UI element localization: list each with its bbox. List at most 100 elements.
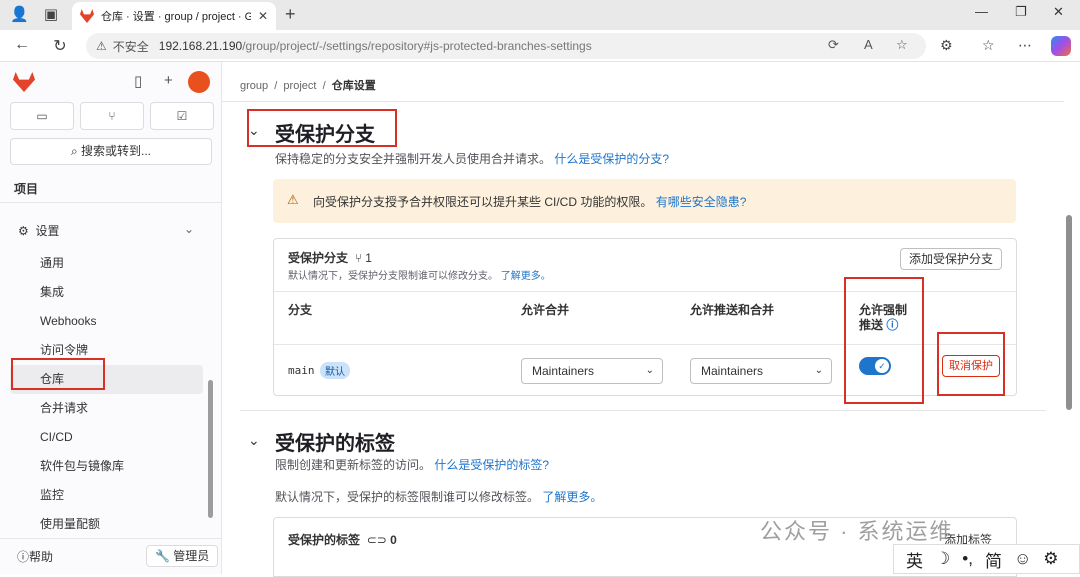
ime-mode[interactable]: 简 xyxy=(985,547,1002,572)
address-bar: ← ↻ ⚠ 不安全 192.168.21.190 /group/project/… xyxy=(0,30,1080,62)
close-window-icon[interactable]: ✕ xyxy=(1053,4,1064,20)
punct-icon[interactable]: •, xyxy=(962,549,973,569)
emoji-icon[interactable]: ☺ xyxy=(1014,549,1031,569)
security-risks-link[interactable]: 有哪些安全隐患? xyxy=(656,195,747,209)
insecure-label: 不安全 xyxy=(112,39,149,54)
avatar[interactable] xyxy=(188,71,210,93)
breadcrumb: group / project / 仓库设置 xyxy=(240,80,376,92)
todo-icon: ☑ xyxy=(176,109,188,123)
sidebar-item-cicd[interactable]: CI/CD xyxy=(10,423,203,452)
search-label: 搜索或转到... xyxy=(81,144,152,158)
protected-tags-title: 受保护的标签 xyxy=(275,433,395,455)
tags-desc2-text: 默认情况下，受保护的标签限制谁可以修改标签。 xyxy=(275,490,540,504)
card-title: 受保护分支 ⑂ 1 xyxy=(288,249,372,266)
sidebar-item-webhooks[interactable]: Webhooks xyxy=(10,307,203,336)
copilot-icon[interactable] xyxy=(1051,36,1071,56)
default-badge: 默认 xyxy=(320,362,350,379)
admin-button[interactable]: 🔧 管理员 xyxy=(146,545,219,567)
collapse-sidebar-icon[interactable]: ▯ xyxy=(134,72,142,90)
todos-button[interactable]: ☑ xyxy=(150,102,214,130)
gitlab-logo-icon[interactable] xyxy=(13,72,35,92)
desc-text: 保持稳定的分支安全并强制开发人员使用合并请求。 xyxy=(275,152,552,166)
tags-learn-more-link[interactable]: 了解更多。 xyxy=(542,490,602,504)
issues-button[interactable]: ▭ xyxy=(10,102,74,130)
tab-title: 仓库 · 设置 · group / project · Git xyxy=(101,11,251,23)
more-menu-icon[interactable]: ⋯ xyxy=(1018,37,1032,54)
url-path: /group/project/-/settings/repository#js-… xyxy=(242,39,592,53)
admin-icon: 🔧 xyxy=(155,549,170,563)
card-title-text: 受保护分支 xyxy=(288,251,349,265)
sidebar: ▯ + ▭ ⑂ ☑ ⌕ 搜索或转到... 项目 ⚙ 设置 ⌄ 通用 集成 Web… xyxy=(0,62,222,574)
help-button[interactable]: ⓘ帮助 xyxy=(17,548,53,565)
profile-icon[interactable]: 👤 xyxy=(10,6,29,24)
add-protected-branch-button[interactable]: 添加受保护分支 xyxy=(899,248,1002,270)
tab-actions-icon[interactable]: ▣ xyxy=(42,6,60,24)
highlight-box xyxy=(247,109,397,147)
tag-count: 0 xyxy=(390,533,397,547)
sidebar-item-usage-quotas[interactable]: 使用量配额 xyxy=(10,510,203,539)
search-button[interactable]: ⌕ 搜索或转到... xyxy=(10,138,212,165)
highlight-box xyxy=(11,358,105,390)
favorite-star-icon[interactable]: ☆ xyxy=(896,37,908,53)
collapse-tags-icon[interactable]: ⌄ xyxy=(248,432,260,449)
what-are-protected-tags-link[interactable]: 什么是受保护的标签? xyxy=(434,458,549,472)
breadcrumb-project[interactable]: project xyxy=(283,80,316,92)
tag-icon: ⊂⊃ xyxy=(366,533,387,547)
tags-card-title-text: 受保护的标签 xyxy=(288,533,361,547)
branch-icon: ⑂ xyxy=(354,251,362,265)
header-branch: 分支 xyxy=(288,303,313,317)
merge-request-icon: ⑂ xyxy=(108,109,116,123)
translate-icon[interactable]: ⟳ xyxy=(828,37,839,53)
breadcrumb-group[interactable]: group xyxy=(240,80,268,92)
highlight-box xyxy=(844,277,924,404)
sidebar-item-packages[interactable]: 软件包与镜像库 xyxy=(10,452,203,481)
favorites-icon[interactable]: ☆ xyxy=(982,37,995,54)
tags-card-title: 受保护的标签 ⊂⊃ 0 xyxy=(288,531,397,548)
branch-count: 1 xyxy=(365,251,372,265)
header-allowed-to-push-merge: 允许推送和合并 xyxy=(690,303,775,317)
sidebar-item-merge-requests[interactable]: 合并请求 xyxy=(10,394,203,423)
reload-icon[interactable]: ↻ xyxy=(50,36,70,56)
extensions-icon[interactable]: ⚙ xyxy=(940,37,953,54)
protected-tags-desc: 限制创建和更新标签的访问。 什么是受保护的标签? xyxy=(275,456,549,473)
learn-more-link[interactable]: 了解更多。 xyxy=(501,271,551,282)
warning-icon: ⚠ xyxy=(96,39,107,53)
url-field[interactable]: ⚠ 不安全 192.168.21.190 /group/project/-/se… xyxy=(86,33,926,59)
back-icon[interactable]: ← xyxy=(12,36,32,54)
browser-tab[interactable]: 仓库 · 设置 · group / project · Git ✕ xyxy=(72,2,276,30)
warning-alert: ⚠ 向受保护分支授予合并权限还可以提升某些 CI/CD 功能的权限。 有哪些安全… xyxy=(273,179,1016,223)
minimize-icon[interactable]: — xyxy=(975,4,988,19)
sidebar-item-monitor[interactable]: 监控 xyxy=(10,481,203,510)
url-host: 192.168.21.190 xyxy=(158,39,243,53)
create-new-icon[interactable]: + xyxy=(164,72,173,89)
breadcrumb-current[interactable]: 仓库设置 xyxy=(332,80,376,92)
settings-label: 设置 xyxy=(35,224,60,238)
sidebar-scrollbar[interactable] xyxy=(208,380,213,518)
ime-lang[interactable]: 英 xyxy=(906,547,923,572)
search-icon: ⌕ xyxy=(70,144,82,158)
sidebar-item-settings[interactable]: ⚙ 设置 ⌄ xyxy=(18,222,198,239)
protected-branches-desc: 保持稳定的分支安全并强制开发人员使用合并请求。 什么是受保护的分支? xyxy=(275,150,669,167)
browser-tabbar: 👤 ▣ 仓库 · 设置 · group / project · Git ✕ + … xyxy=(0,0,1080,30)
highlight-box xyxy=(937,332,1005,396)
sidebar-item-general[interactable]: 通用 xyxy=(10,249,203,278)
read-aloud-icon[interactable]: A xyxy=(864,37,873,52)
admin-label: 管理员 xyxy=(173,549,210,563)
settings-submenu: 通用 集成 Webhooks 访问令牌 仓库 合并请求 CI/CD 软件包与镜像… xyxy=(10,249,203,539)
moon-icon[interactable]: ☽ xyxy=(935,549,950,569)
card-sub-text: 默认情况下，受保护分支限制谁可以修改分支。 xyxy=(288,271,498,282)
new-tab-icon[interactable]: + xyxy=(285,4,296,25)
sidebar-item-integrations[interactable]: 集成 xyxy=(10,278,203,307)
protected-tags-desc2: 默认情况下，受保护的标签限制谁可以修改标签。 了解更多。 xyxy=(275,488,602,505)
merge-requests-button[interactable]: ⑂ xyxy=(80,102,144,130)
warning-triangle-icon: ⚠ xyxy=(287,192,299,207)
what-are-protected-branches-link[interactable]: 什么是受保护的分支? xyxy=(554,152,669,166)
restore-icon[interactable]: ❐ xyxy=(1015,4,1027,20)
allowed-to-merge-select[interactable]: Maintainers ⌄ xyxy=(521,358,663,384)
allowed-to-push-select[interactable]: Maintainers ⌄ xyxy=(690,358,832,384)
settings-icon[interactable]: ⚙ xyxy=(1043,549,1058,569)
close-tab-icon[interactable]: ✕ xyxy=(258,9,268,23)
push-select-value: Maintainers xyxy=(701,364,764,378)
page-scrollbar[interactable] xyxy=(1066,215,1072,410)
help-label: 帮助 xyxy=(29,550,54,564)
